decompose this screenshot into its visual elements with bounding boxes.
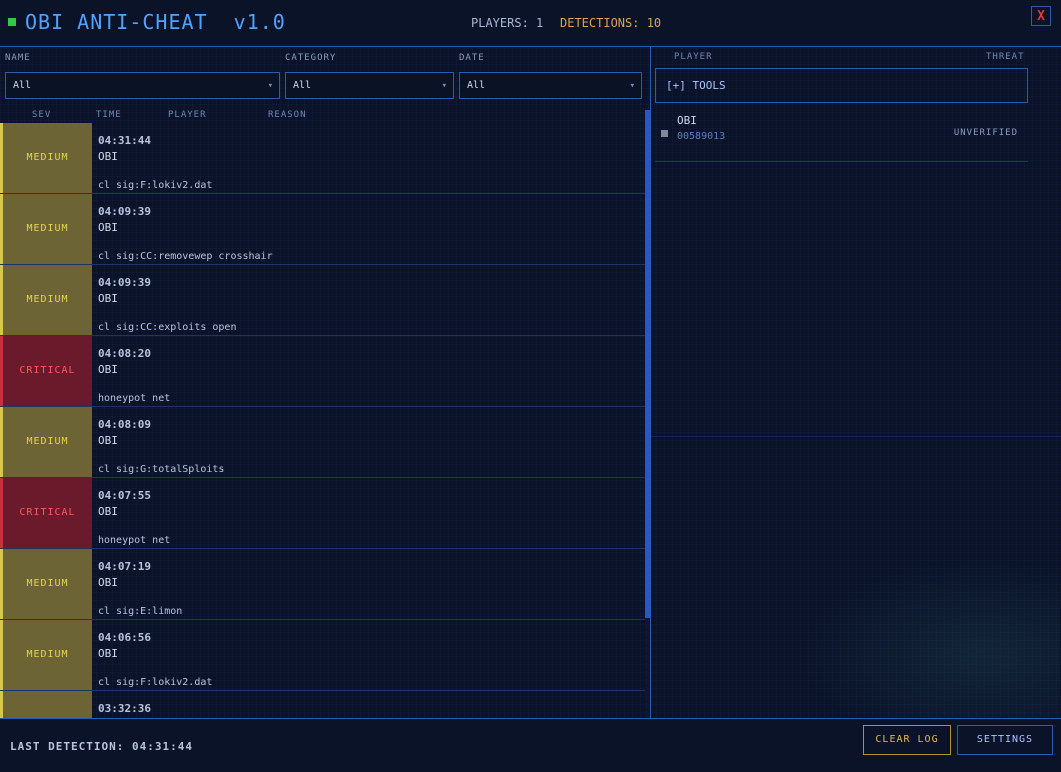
- detection-row[interactable]: MEDIUM 04:09:39 OBI cl sig:CC:removewep …: [0, 194, 645, 265]
- panel-separator: [651, 436, 1061, 437]
- status-indicator-icon: [8, 18, 16, 26]
- severity-badge: [0, 691, 92, 718]
- detection-player: OBI: [98, 576, 118, 589]
- player-id: 00589013: [677, 131, 726, 142]
- detection-row[interactable]: MEDIUM 04:08:09 OBI cl sig:G:totalSploit…: [0, 407, 645, 478]
- column-header-sev[interactable]: SEV: [32, 110, 51, 120]
- player-list-item[interactable]: OBI 00589013 UNVERIFIED: [655, 110, 1028, 162]
- detection-player: OBI: [98, 150, 118, 163]
- detection-reason: cl sig:F:lokiv2.dat: [98, 677, 213, 688]
- column-header-reason[interactable]: REASON: [268, 110, 307, 120]
- filter-label-date: DATE: [459, 53, 485, 63]
- detection-player: OBI: [98, 505, 118, 518]
- detection-time: 04:09:39: [98, 276, 151, 289]
- filter-label-category: CATEGORY: [285, 53, 337, 63]
- players-count: PLAYERS: 1: [471, 16, 544, 30]
- panel-divider: [650, 46, 651, 719]
- player-column-header: PLAYER: [674, 52, 713, 62]
- column-header-player[interactable]: PLAYER: [168, 110, 207, 120]
- player-threat-status: UNVERIFIED: [953, 128, 1018, 138]
- detection-time: 04:31:44: [98, 134, 151, 147]
- filter-value-category: All: [293, 80, 312, 91]
- settings-button[interactable]: SETTINGS: [957, 725, 1053, 755]
- severity-badge: MEDIUM: [0, 194, 92, 264]
- detection-reason: cl sig:G:totalSploits: [98, 464, 225, 475]
- severity-badge: CRITICAL: [0, 478, 92, 548]
- severity-badge: MEDIUM: [0, 123, 92, 193]
- chevron-down-icon: ▾: [267, 81, 273, 91]
- detection-reason: cl sig:E:limon: [98, 606, 183, 617]
- detection-reason: honeypot net: [98, 535, 171, 546]
- detection-player: OBI: [98, 434, 118, 447]
- chevron-down-icon: ▾: [441, 81, 447, 91]
- detection-reason: cl sig:F:lokiv2.dat: [98, 180, 213, 191]
- severity-badge: CRITICAL: [0, 336, 92, 406]
- detection-player: OBI: [98, 647, 118, 660]
- filter-value-date: All: [467, 80, 486, 91]
- title-bar: OBI ANTI-CHEAT v1.0 PLAYERS: 1 DETECTION…: [0, 0, 1061, 47]
- detection-time: 03:32:36: [98, 702, 151, 715]
- threat-column-header: THREAT: [986, 52, 1025, 62]
- filter-value-name: All: [13, 80, 32, 91]
- detection-row[interactable]: MEDIUM 04:09:39 OBI cl sig:CC:exploits o…: [0, 265, 645, 336]
- detection-time: 04:09:39: [98, 205, 151, 218]
- last-detection-text: LAST DETECTION: 04:31:44: [10, 740, 193, 753]
- detection-row[interactable]: MEDIUM 04:31:44 OBI cl sig:F:lokiv2.dat: [0, 123, 645, 194]
- severity-badge: MEDIUM: [0, 265, 92, 335]
- detection-time: 04:07:55: [98, 489, 151, 502]
- app-title: OBI ANTI-CHEAT v1.0: [25, 10, 286, 34]
- detection-time: 04:07:19: [98, 560, 151, 573]
- detection-row[interactable]: MEDIUM 04:07:19 OBI cl sig:E:limon: [0, 549, 645, 620]
- severity-badge: MEDIUM: [0, 549, 92, 619]
- detection-time: 04:08:09: [98, 418, 151, 431]
- player-name: OBI: [677, 114, 697, 127]
- detection-row[interactable]: 03:32:36: [0, 691, 645, 718]
- filter-select-name[interactable]: All ▾: [5, 72, 280, 99]
- severity-badge: MEDIUM: [0, 620, 92, 690]
- detection-row[interactable]: CRITICAL 04:07:55 OBI honeypot net: [0, 478, 645, 549]
- detection-reason: cl sig:CC:removewep crosshair: [98, 251, 273, 262]
- tools-button[interactable]: [+] TOOLS: [655, 68, 1028, 103]
- filter-select-date[interactable]: All ▾: [459, 72, 642, 99]
- detection-reason: honeypot net: [98, 393, 171, 404]
- column-header-time[interactable]: TIME: [96, 110, 122, 120]
- detection-player: OBI: [98, 292, 118, 305]
- filter-label-name: NAME: [5, 53, 31, 63]
- detections-count: DETECTIONS: 10: [560, 16, 662, 30]
- detection-list[interactable]: MEDIUM 04:31:44 OBI cl sig:F:lokiv2.dat …: [0, 123, 645, 718]
- status-bar: LAST DETECTION: 04:31:44 CLEAR LOG SETTI…: [0, 718, 1061, 772]
- detection-player: OBI: [98, 221, 118, 234]
- detection-player: OBI: [98, 363, 118, 376]
- close-button[interactable]: X: [1031, 6, 1051, 26]
- chevron-down-icon: ▾: [629, 81, 635, 91]
- detection-time: 04:08:20: [98, 347, 151, 360]
- clear-log-button[interactable]: CLEAR LOG: [863, 725, 951, 755]
- detection-row[interactable]: CRITICAL 04:08:20 OBI honeypot net: [0, 336, 645, 407]
- player-status-icon: [661, 130, 668, 137]
- filter-select-category[interactable]: All ▾: [285, 72, 454, 99]
- background-artwork: [800, 560, 1060, 718]
- detection-reason: cl sig:CC:exploits open: [98, 322, 237, 333]
- detection-time: 04:06:56: [98, 631, 151, 644]
- detection-row[interactable]: MEDIUM 04:06:56 OBI cl sig:F:lokiv2.dat: [0, 620, 645, 691]
- severity-badge: MEDIUM: [0, 407, 92, 477]
